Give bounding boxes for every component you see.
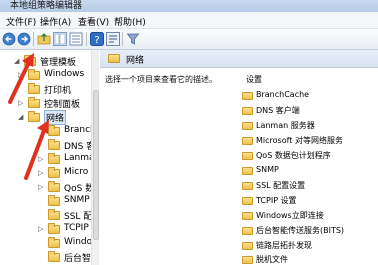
list-item-label: Lanman 服务器 [256,121,315,130]
tree-item-label: 网络 [44,110,67,125]
folder-icon [48,139,60,150]
list-item-label: 脱机文件 [256,255,288,264]
folder-icon [242,137,253,145]
toolbar: ? [0,29,378,50]
back-icon[interactable] [2,32,16,46]
expand-arrow-icon[interactable]: ▷ [38,225,43,233]
list-item-label: SNMP [256,165,279,174]
tree-item-label: Lanma [64,153,95,163]
tree-scrollbar[interactable] [91,50,99,265]
help-icon[interactable]: ? [90,32,104,46]
collapse-arrow-icon[interactable]: ◢ [14,57,19,65]
tree-item-label: Windo [64,237,93,247]
list-item-label: TCPIP 设置 [256,196,297,205]
folder-icon [48,181,60,192]
folder-icon [28,83,40,94]
navigation-tree: ◢ 管理模板 ▷ Windows 打印机 ▷ 控制面板 ◢ 网络 Branch [0,50,99,265]
tree-item-label: TCPIP [64,223,89,233]
tree-item-label: Micro [64,167,89,177]
tree-item-label: SNMP [64,195,90,205]
folder-icon [48,237,60,248]
tree-item-label: QoS 数 [64,184,95,194]
list-item-label: QoS 数据包计划程序 [256,151,331,160]
list-item-label: SSL 配置设置 [256,181,306,190]
folder-icon [28,111,40,122]
tree-item-label: SSL 配 [64,212,93,222]
menu-action[interactable]: 操作(A) [40,15,71,28]
toolbar-separator [122,32,123,46]
group-policy-editor-window: 本地组策略编辑器 文件(F) 操作(A) 查看(V) 帮助(H) ? ◢ 管理模… [0,0,378,265]
details-pane: 网络 选择一个项目来查看它的描述。 设置 BranchCache DNS 客户端… [100,50,378,265]
properties-icon[interactable] [106,32,120,46]
expand-arrow-icon[interactable]: ▷ [38,183,43,191]
folder-icon [28,69,40,80]
folder-icon [48,251,60,262]
toolbar-separator [86,32,87,46]
title-bar: 本地组策略编辑器 [0,0,378,12]
expand-arrow-icon[interactable]: ▷ [38,155,43,163]
tree-item-label: 后台智 [64,254,92,264]
toolbar-separator [33,32,34,46]
tree-item-label: 打印机 [44,86,72,96]
folder-icon [242,197,253,205]
svg-text:?: ? [94,35,99,46]
folder-icon [242,212,253,220]
folder-icon [242,227,253,235]
filter-icon[interactable] [126,32,140,46]
settings-column-header[interactable]: 设置 [246,74,262,85]
collapse-arrow-icon[interactable]: ◢ [18,113,23,121]
tree-item-label: 控制面板 [44,100,81,110]
details-title: 网络 [126,56,145,66]
menu-file[interactable]: 文件(F) [6,15,36,28]
menu-help[interactable]: 帮助(H) [114,15,146,28]
expand-arrow-icon[interactable]: ▷ [18,71,23,79]
list-item-label: 链路层拓扑发现 [256,241,312,250]
menu-view[interactable]: 查看(V) [78,15,109,28]
tree-item-label: 管理模板 [40,58,77,68]
list-item-label: 后台智能传送服务(BITS) [256,226,345,235]
folder-icon [242,152,253,160]
details-header: 网络 [100,50,378,68]
folder-icon [242,122,253,130]
expand-arrow-icon[interactable]: ▷ [38,169,43,177]
folder-icon [48,195,60,206]
folder-icon [28,97,40,108]
list-item-label: Windows立即连接 [256,211,324,220]
folder-icon [242,242,253,250]
scrollbar-thumb[interactable] [93,90,99,240]
tree-item-label: Windows [44,69,85,79]
window-title: 本地组策略编辑器 [10,1,83,11]
folder-icon [48,223,60,234]
export-list-icon[interactable] [69,32,83,46]
folder-icon [48,209,60,220]
list-item-label: DNS 客户端 [256,106,300,115]
expand-arrow-icon[interactable]: ▷ [18,99,23,107]
folder-icon [48,153,60,164]
folder-icon [242,167,253,175]
list-item-label: Microsoft 对等网络服务 [256,136,343,145]
forward-icon[interactable] [17,32,31,46]
folder-icon [242,256,253,264]
folder-icon [108,54,120,63]
folder-icon [242,92,253,100]
list-item-label: BranchCache [256,90,310,99]
folder-icon [48,167,60,178]
folder-icon [242,107,253,115]
folder-icon [242,182,253,190]
folder-icon [24,55,36,66]
up-folder-icon[interactable] [37,32,51,46]
menu-bar: 文件(F) 操作(A) 查看(V) 帮助(H) [0,12,378,29]
description-text: 选择一个项目来查看它的描述。 [105,75,217,84]
folder-icon [48,125,60,136]
show-hide-tree-icon[interactable] [53,32,67,46]
